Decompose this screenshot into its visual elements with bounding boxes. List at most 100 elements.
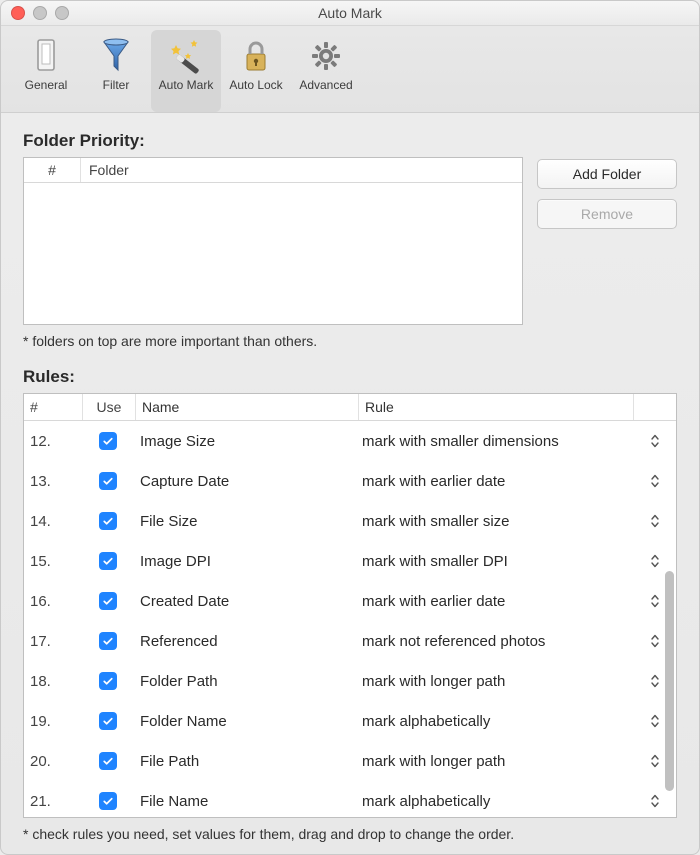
- rule-value[interactable]: mark alphabetically: [356, 713, 634, 730]
- rule-value[interactable]: mark with longer path: [356, 753, 634, 770]
- rule-use-cell: [82, 672, 134, 690]
- rules-col-use[interactable]: Use: [83, 394, 136, 420]
- window-title: Auto Mark: [318, 5, 382, 21]
- add-folder-button[interactable]: Add Folder: [537, 159, 677, 189]
- rule-value[interactable]: mark alphabetically: [356, 793, 634, 810]
- folder-col-folder[interactable]: Folder: [81, 158, 522, 182]
- rules-row[interactable]: 14. File Sizemark with smaller size: [24, 501, 676, 541]
- rule-name: Folder Name: [134, 713, 356, 730]
- rule-name: Capture Date: [134, 473, 356, 490]
- rules-header: # Use Name Rule: [24, 394, 676, 421]
- rule-checkbox[interactable]: [99, 672, 117, 690]
- rules-row[interactable]: 18. Folder Pathmark with longer path: [24, 661, 676, 701]
- rule-name: Folder Path: [134, 673, 356, 690]
- titlebar: Auto Mark: [1, 1, 699, 26]
- rules-row[interactable]: 12. Image Sizemark with smaller dimension…: [24, 421, 676, 461]
- rule-checkbox[interactable]: [99, 632, 117, 650]
- close-window-button[interactable]: [11, 6, 25, 20]
- funnel-icon: [98, 36, 134, 76]
- rule-use-cell: [82, 632, 134, 650]
- toolbar-item-auto-mark[interactable]: Auto Mark: [151, 30, 221, 112]
- rules-row[interactable]: 13. Capture Datemark with earlier date: [24, 461, 676, 501]
- preferences-toolbar: General Filter: [1, 26, 699, 113]
- toolbar-label: Filter: [103, 78, 130, 92]
- toolbar-item-general[interactable]: General: [11, 30, 81, 112]
- rules-col-number[interactable]: #: [24, 394, 83, 420]
- toolbar-item-auto-lock[interactable]: Auto Lock: [221, 30, 291, 112]
- rule-use-cell: [82, 552, 134, 570]
- rules-col-name[interactable]: Name: [136, 394, 359, 420]
- rules-row[interactable]: 20. File Pathmark with longer path: [24, 741, 676, 781]
- rule-use-cell: [82, 592, 134, 610]
- rule-number: 14.: [24, 513, 82, 530]
- rule-number: 13.: [24, 473, 82, 490]
- rule-number: 18.: [24, 673, 82, 690]
- preferences-window: Auto Mark General: [0, 0, 700, 855]
- rule-name: Referenced: [134, 633, 356, 650]
- folder-priority-title: Folder Priority:: [23, 131, 677, 151]
- rule-number: 12.: [24, 433, 82, 450]
- rule-checkbox[interactable]: [99, 712, 117, 730]
- rule-value[interactable]: mark with smaller DPI: [356, 553, 634, 570]
- rule-use-cell: [82, 472, 134, 490]
- toolbar-item-filter[interactable]: Filter: [81, 30, 151, 112]
- rules-row[interactable]: 19. Folder Namemark alphabetically: [24, 701, 676, 741]
- rule-value[interactable]: mark with earlier date: [356, 473, 634, 490]
- rule-checkbox[interactable]: [99, 432, 117, 450]
- rule-checkbox[interactable]: [99, 792, 117, 810]
- rules-row[interactable]: 15. Image DPImark with smaller DPI: [24, 541, 676, 581]
- window-controls: [11, 6, 69, 20]
- rule-name: File Name: [134, 793, 356, 810]
- scrollbar-track[interactable]: [662, 421, 676, 817]
- toolbar-label: Auto Mark: [159, 78, 214, 92]
- rule-name: File Size: [134, 513, 356, 530]
- rule-use-cell: [82, 712, 134, 730]
- rule-checkbox[interactable]: [99, 552, 117, 570]
- rule-name: Image DPI: [134, 553, 356, 570]
- lock-icon: [238, 36, 274, 76]
- rules-hint: * check rules you need, set values for t…: [23, 826, 677, 842]
- folder-table-header: # Folder: [24, 158, 522, 183]
- rules-title: Rules:: [23, 367, 677, 387]
- rule-value[interactable]: mark with smaller size: [356, 513, 634, 530]
- zoom-window-button[interactable]: [55, 6, 69, 20]
- content-area: Folder Priority: # Folder Add Folder Rem…: [1, 113, 699, 854]
- folder-hint: * folders on top are more important than…: [23, 333, 677, 349]
- rules-row[interactable]: 16. Created Datemark with earlier date: [24, 581, 676, 621]
- magic-wand-icon: [168, 36, 204, 76]
- minimize-window-button[interactable]: [33, 6, 47, 20]
- rule-value[interactable]: mark with earlier date: [356, 593, 634, 610]
- remove-folder-button: Remove: [537, 199, 677, 229]
- rules-col-rule[interactable]: Rule: [359, 394, 634, 420]
- rule-number: 16.: [24, 593, 82, 610]
- rules-table: # Use Name Rule 12.Image Sizemark with s…: [23, 393, 677, 818]
- rules-row[interactable]: 21. File Namemark alphabetically: [24, 781, 676, 817]
- rule-number: 19.: [24, 713, 82, 730]
- toolbar-item-advanced[interactable]: Advanced: [291, 30, 361, 112]
- rule-name: Created Date: [134, 593, 356, 610]
- rule-name: Image Size: [134, 433, 356, 450]
- rule-value[interactable]: mark not referenced photos: [356, 633, 634, 650]
- toolbar-label: General: [25, 78, 68, 92]
- rules-col-stepper: [634, 394, 676, 420]
- rule-checkbox[interactable]: [99, 592, 117, 610]
- rule-number: 20.: [24, 753, 82, 770]
- general-icon: [28, 36, 64, 76]
- rule-checkbox[interactable]: [99, 472, 117, 490]
- rule-value[interactable]: mark with longer path: [356, 673, 634, 690]
- scrollbar-thumb[interactable]: [665, 571, 674, 791]
- gear-icon: [308, 36, 344, 76]
- folder-priority-table[interactable]: # Folder: [23, 157, 523, 325]
- rule-number: 17.: [24, 633, 82, 650]
- rules-body[interactable]: 12. Image Sizemark with smaller dimension…: [24, 421, 676, 817]
- rules-row[interactable]: 17. Referencedmark not referenced photos: [24, 621, 676, 661]
- rule-value[interactable]: mark with smaller dimensions: [356, 433, 634, 450]
- toolbar-label: Advanced: [299, 78, 352, 92]
- rule-checkbox[interactable]: [99, 752, 117, 770]
- rule-name: File Path: [134, 753, 356, 770]
- rule-number: 15.: [24, 553, 82, 570]
- folder-col-number[interactable]: #: [24, 158, 81, 182]
- rule-number: 21.: [24, 793, 82, 810]
- rule-use-cell: [82, 432, 134, 450]
- rule-checkbox[interactable]: [99, 512, 117, 530]
